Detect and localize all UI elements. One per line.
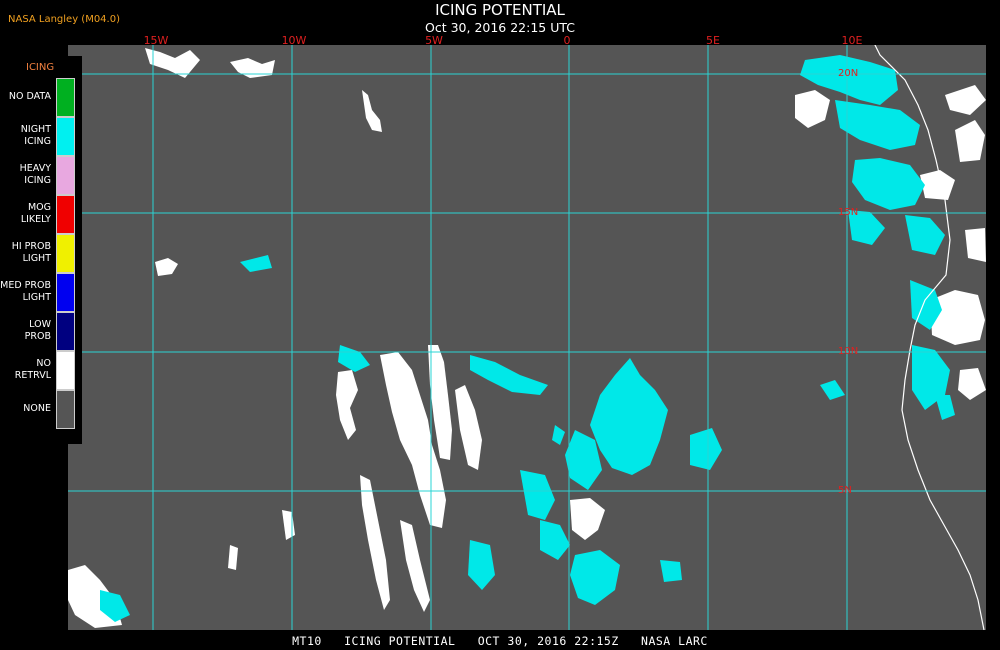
lon-label-10e: 10E [841, 34, 863, 47]
legend-swatch [56, 351, 75, 390]
legend-item-label: NO DATA [9, 78, 51, 116]
lon-label-5e: 5E [706, 34, 720, 47]
lat-label-20n: 20N [838, 68, 859, 79]
legend-item-label: NO RETRVL [15, 351, 51, 389]
map-canvas [68, 45, 986, 630]
legend-label-line2: RETRVL [14, 370, 51, 381]
legend-swatch [56, 390, 75, 429]
lon-label-10w: 10W [281, 34, 307, 47]
icing-map[interactable] [68, 45, 986, 630]
legend-label-line1: MED PROB [0, 280, 51, 291]
legend-swatch [56, 195, 75, 234]
legend-swatch [56, 117, 75, 156]
legend-header: ICING [26, 62, 55, 73]
lon-label-0: 0 [563, 34, 571, 47]
legend-item-label: NIGHT ICING [21, 117, 51, 155]
footer-caption: MT10 ICING POTENTIAL OCT 30, 2016 22:15Z… [292, 634, 708, 648]
legend-item-label: NONE [23, 390, 51, 428]
legend-label-line1: NIGHT [20, 124, 51, 135]
legend-item-label: HEAVY ICING [20, 156, 51, 194]
legend-label-line2: LIGHT [22, 292, 51, 303]
legend-item: NO RETRVL [0, 351, 76, 390]
legend-label-line1: LOW [29, 319, 51, 330]
lon-label-15w: 15W [143, 34, 169, 47]
legend-item: LOW PROB [0, 312, 76, 351]
legend-swatch [56, 156, 75, 195]
no-retrieval-areas [68, 48, 986, 628]
legend-item: NIGHT ICING [0, 117, 76, 156]
legend-item: NONE [0, 390, 76, 429]
lat-label-10n: 10N [838, 346, 859, 357]
legend-item: HEAVY ICING [0, 156, 76, 195]
night-icing-areas [100, 55, 955, 622]
legend-swatch [56, 312, 75, 351]
lat-label-5n: 5N [838, 485, 852, 496]
legend-label-line1: NONE [23, 403, 51, 414]
legend-item: MED PROB LIGHT [0, 273, 76, 312]
legend: ICING NO DATA NIGHT ICING HEAVY ICING MOG LIKE… [0, 56, 82, 444]
legend-label-line1: HEAVY [19, 163, 51, 174]
legend-label-line1: HI PROB [11, 241, 51, 252]
lon-label-5w: 5W [425, 34, 443, 47]
legend-item: MOG LIKELY [0, 195, 76, 234]
legend-label-line2: ICING [24, 136, 51, 147]
legend-swatch [56, 273, 75, 312]
map-timestamp: Oct 30, 2016 22:15 UTC [425, 20, 575, 35]
legend-swatch [56, 78, 75, 117]
legend-item-label: MOG LIKELY [21, 195, 51, 233]
legend-item-label: HI PROB LIGHT [12, 234, 51, 272]
legend-swatch [56, 234, 75, 273]
legend-item: HI PROB LIGHT [0, 234, 76, 273]
legend-item-label: MED PROB LIGHT [0, 273, 51, 311]
legend-label-line2: LIGHT [22, 253, 51, 264]
legend-label-line1: NO DATA [8, 91, 51, 102]
legend-label-line1: NO [36, 358, 51, 369]
legend-label-line2: ICING [24, 175, 51, 186]
lat-label-15n: 15N [838, 207, 859, 218]
legend-item: NO DATA [0, 78, 76, 117]
legend-label-line2: PROB [24, 331, 51, 342]
legend-label-line1: MOG [27, 202, 51, 213]
legend-label-line2: LIKELY [20, 214, 51, 225]
map-title: ICING POTENTIAL [435, 1, 565, 19]
legend-item-label: LOW PROB [25, 312, 51, 350]
